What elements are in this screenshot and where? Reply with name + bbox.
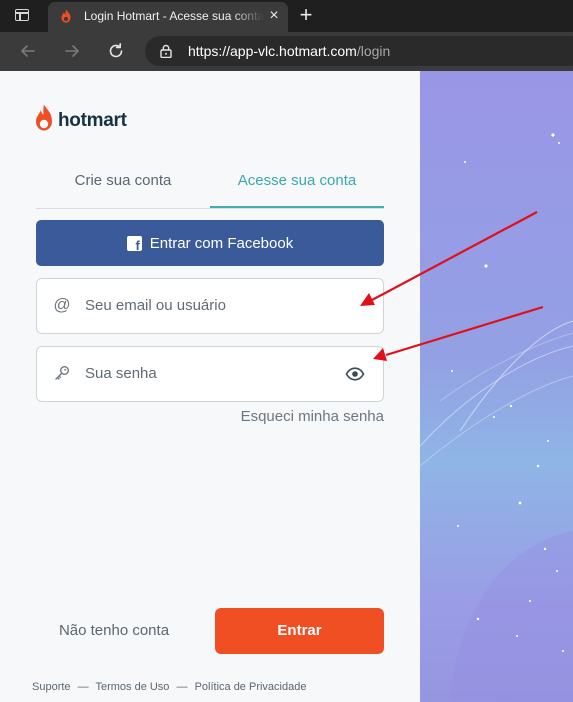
browser-nav-bar: https://app-vlc.hotmart.com/login [0, 32, 573, 71]
browser-tab-active[interactable]: Login Hotmart - Acesse sua conta × [48, 2, 288, 32]
email-field[interactable]: @ [36, 278, 384, 334]
password-field[interactable] [36, 346, 384, 402]
footer-separator: — [176, 681, 188, 693]
support-link[interactable]: Suporte [32, 681, 71, 693]
tab-actions-icon[interactable] [15, 9, 29, 21]
decorative-background [420, 71, 573, 702]
address-bar[interactable]: https://app-vlc.hotmart.com/login [145, 36, 573, 66]
terms-link[interactable]: Termos de Uso [95, 681, 169, 693]
tab-login[interactable]: Acesse sua conta [210, 167, 384, 208]
auth-tabs: Crie sua conta Acesse sua conta [36, 167, 384, 209]
eye-icon[interactable] [345, 364, 365, 384]
lock-icon[interactable] [159, 44, 173, 58]
submit-login-button[interactable]: Entrar [215, 608, 384, 654]
url-host: https://app-vlc.hotmart.com [188, 43, 357, 59]
hotmart-favicon-icon [61, 9, 71, 23]
browser-tab-bar: Login Hotmart - Acesse sua conta × + [0, 0, 573, 32]
starfield-illustration [420, 133, 573, 702]
facebook-login-button[interactable]: f Entrar com Facebook [36, 220, 384, 266]
url-text[interactable]: https://app-vlc.hotmart.com/login [188, 43, 390, 59]
hotmart-flame-icon [36, 104, 52, 131]
tab-title: Login Hotmart - Acesse sua conta [84, 9, 264, 23]
url-path: /login [356, 43, 391, 59]
no-account-link[interactable]: Não tenho conta [36, 622, 192, 639]
privacy-link[interactable]: Política de Privacidade [195, 681, 307, 693]
forgot-password-link[interactable]: Esqueci minha senha [200, 408, 384, 425]
at-icon: @ [53, 295, 71, 314]
reload-icon[interactable] [105, 40, 127, 62]
forward-arrow-icon[interactable] [61, 40, 83, 62]
email-input[interactable] [85, 291, 335, 319]
footer-separator: — [77, 681, 89, 693]
tab-create-account[interactable]: Crie sua conta [36, 167, 210, 207]
tab-close-icon[interactable]: × [266, 8, 282, 24]
password-input[interactable] [85, 359, 335, 387]
back-arrow-icon[interactable] [17, 40, 39, 62]
facebook-icon: f [126, 235, 142, 252]
footer-links: Suporte — Termos de Uso — Política de Pr… [32, 681, 306, 693]
logo-text: hotmart [58, 110, 127, 131]
key-icon [55, 366, 69, 380]
new-tab-icon[interactable]: + [296, 4, 316, 26]
facebook-button-label: Entrar com Facebook [149, 234, 294, 252]
